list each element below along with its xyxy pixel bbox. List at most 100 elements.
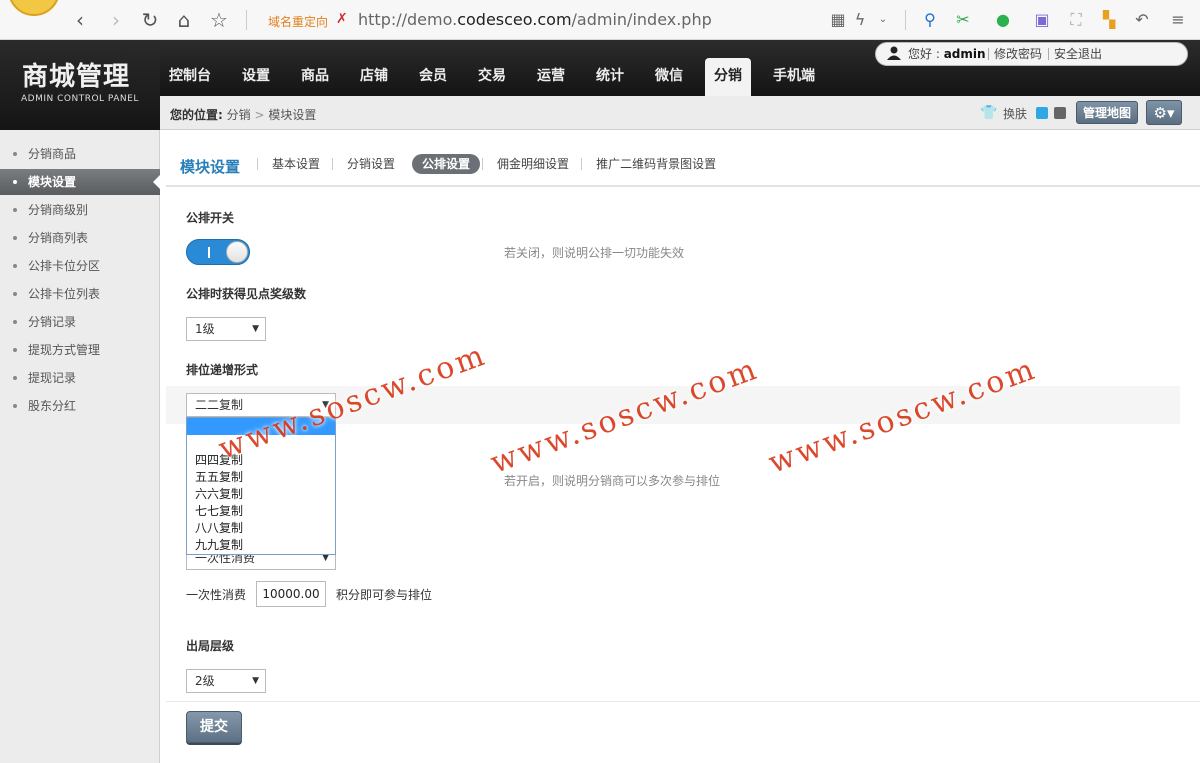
breadcrumb-separator: > (254, 108, 265, 122)
nav-members[interactable]: 会员 (410, 58, 456, 96)
reward-level-select[interactable]: 1级 ▼ (186, 317, 266, 341)
reward-label: 公排时获得见点奖级数 (186, 287, 307, 301)
back-icon[interactable]: ‹ (68, 8, 92, 32)
insecure-icon: ✗ (336, 11, 348, 27)
tab-basic[interactable]: 基本设置 (256, 154, 330, 174)
queue-switch[interactable] (186, 239, 250, 265)
chevron-down-icon: ▼ (252, 324, 259, 334)
breadcrumb-label: 您的位置: (170, 108, 223, 122)
dropdown-option[interactable]: 九九复制 (195, 537, 243, 554)
address-bar[interactable]: http://demo.codesceo.com/admin/index.php (358, 10, 712, 29)
qr-icon[interactable]: ▦ (828, 10, 848, 30)
exit-level-select[interactable]: 2级 ▼ (186, 669, 266, 693)
home-icon[interactable]: ⌂ (172, 8, 196, 32)
dropdown-option[interactable]: 七七复制 (195, 503, 243, 520)
star-icon[interactable]: ☆ (207, 8, 231, 32)
switch-on-mark (208, 247, 210, 258)
nav-mobile[interactable]: 手机端 (764, 58, 824, 96)
tab-queue[interactable]: 公排设置 (412, 154, 481, 174)
page-title: 模块设置 (180, 158, 241, 176)
sidebar-item-records[interactable]: 分销记录 (0, 309, 160, 335)
nav-settings[interactable]: 设置 (233, 58, 279, 96)
greeting-prefix: 您好 : (908, 47, 944, 61)
media-icon[interactable]: ▣ (1032, 10, 1052, 30)
sidebar: 分销商品 模块设置 分销商级别 分销商列表 公排卡位分区 公排卡位列表 分销记录… (0, 130, 161, 763)
scissors-icon[interactable]: ✂ (953, 10, 973, 30)
divider (988, 48, 989, 60)
nav-distribution[interactable]: 分销 (705, 58, 751, 96)
browser-toolbar: ‹ › ↻ ⌂ ☆ 域名重定向 ✗ http://demo.codesceo.c… (0, 0, 1200, 40)
sidebar-item-slot-zones[interactable]: 公排卡位分区 (0, 253, 160, 279)
forward-icon[interactable]: › (104, 8, 128, 32)
chevron-down-icon[interactable]: ⌄ (873, 10, 893, 30)
consume-label: 一次性消费 (186, 588, 247, 602)
divider (1048, 48, 1049, 60)
logout-link[interactable]: 安全退出 (1054, 43, 1102, 65)
translate-icon[interactable]: ● (993, 10, 1013, 30)
shirt-icon[interactable]: 👕 (980, 105, 997, 121)
nav-goods[interactable]: 商品 (292, 58, 338, 96)
screenshot-icon[interactable]: ⛶ (1066, 10, 1086, 30)
admin-map-button[interactable]: 管理地图 (1076, 101, 1138, 124)
form-divider (166, 701, 1200, 702)
multi-rank-hint: 若开启，则说明分销商可以多次参与排位 (504, 474, 721, 488)
user-box: 您好 : admin 修改密码 安全退出 (875, 42, 1188, 66)
tab-commission[interactable]: 佣金明细设置 (482, 154, 579, 174)
skin-blue-swatch[interactable] (1036, 107, 1048, 119)
sidebar-item-withdraw-methods[interactable]: 提现方式管理 (0, 337, 160, 363)
chevron-down-icon: ▼ (252, 676, 259, 686)
sidebar-item-levels[interactable]: 分销商级别 (0, 197, 160, 223)
divider (905, 10, 906, 30)
nav-dashboard[interactable]: 控制台 (160, 58, 220, 96)
consume-suffix: 积分即可参与排位 (336, 588, 433, 602)
nav-stats[interactable]: 统计 (587, 58, 633, 96)
submit-button[interactable]: 提交 (186, 711, 242, 743)
sidebar-item-dividends[interactable]: 股东分红 (0, 393, 160, 419)
brand-title: 商城管理 (22, 62, 131, 92)
main-nav: 控制台 设置 商品 店铺 会员 交易 运营 统计 微信 分销 手机端 (160, 58, 837, 96)
url-path: /admin/index.php (571, 10, 712, 29)
skin-label[interactable]: 换肤 (1003, 105, 1027, 122)
sidebar-item-withdraw-records[interactable]: 提现记录 (0, 365, 160, 391)
sidebar-item-module-settings[interactable]: 模块设置 (0, 169, 161, 195)
dropdown-option[interactable]: 五五复制 (195, 469, 243, 486)
user-greeting: 您好 : admin (908, 43, 986, 65)
tab-qrcode-bg[interactable]: 推广二维码背景图设置 (581, 154, 726, 174)
sidebar-item-distributors[interactable]: 分销商列表 (0, 225, 160, 251)
change-password-link[interactable]: 修改密码 (994, 43, 1042, 65)
dropdown-option[interactable]: 六六复制 (195, 486, 243, 503)
browser-logo-icon (8, 0, 60, 16)
url-prefix: http://demo. (358, 10, 458, 29)
nav-wechat[interactable]: 微信 (646, 58, 692, 96)
tab-distribution[interactable]: 分销设置 (332, 154, 405, 174)
switch-knob[interactable] (226, 241, 248, 263)
dropdown-option[interactable]: 八八复制 (195, 520, 243, 537)
breadcrumb-level2: 模块设置 (268, 108, 317, 122)
refresh-icon[interactable]: ↻ (138, 8, 162, 32)
menu-icon[interactable]: ≡ (1168, 10, 1188, 30)
lightning-icon[interactable]: ϟ (850, 10, 870, 30)
rank-label: 排位递增形式 (186, 363, 259, 377)
nav-shops[interactable]: 店铺 (351, 58, 397, 96)
undo-icon[interactable]: ↶ (1132, 10, 1152, 30)
nav-trade[interactable]: 交易 (469, 58, 515, 96)
breadcrumb: 您的位置: 分销 > 模块设置 (170, 106, 316, 123)
gear-icon[interactable]: ⚙▾ (1146, 100, 1182, 125)
reward-level-value: 1级 (195, 322, 215, 336)
exit-level-value: 2级 (195, 674, 215, 688)
nav-operation[interactable]: 运营 (528, 58, 574, 96)
switch-label: 公排开关 (186, 211, 235, 225)
url-domain: codesceo.com (457, 10, 572, 29)
sidebar-item-goods[interactable]: 分销商品 (0, 141, 160, 167)
redirect-label: 域名重定向 (268, 15, 329, 29)
breadcrumb-level1[interactable]: 分销 (227, 108, 251, 122)
user-icon (887, 46, 901, 60)
consume-amount-input[interactable]: 10000.00 (256, 581, 326, 607)
brand-block: 商城管理 ADMIN CONTROL PANEL (0, 40, 160, 130)
search-icon[interactable]: ⚲ (920, 10, 940, 30)
sidebar-item-slot-list[interactable]: 公排卡位列表 (0, 281, 160, 307)
skin-dark-swatch[interactable] (1054, 107, 1066, 119)
exit-level-label: 出局层级 (186, 639, 235, 653)
apps-icon[interactable]: ▚ (1099, 10, 1119, 30)
divider (246, 10, 247, 30)
